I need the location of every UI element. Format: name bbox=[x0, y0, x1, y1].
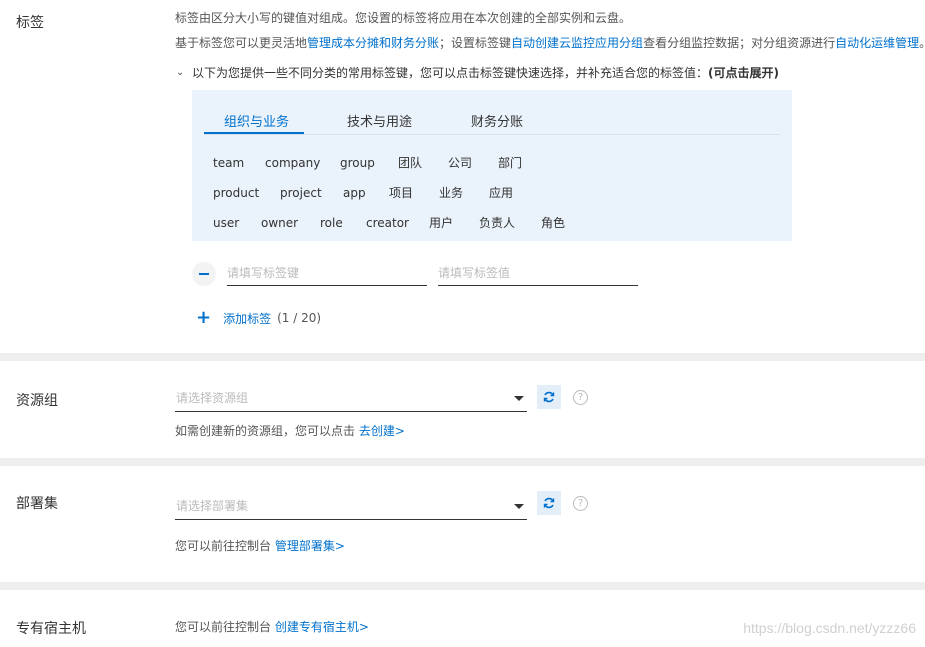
deployment-set-select[interactable]: 请选择部署集 bbox=[175, 492, 527, 520]
refresh-resource-group-button[interactable] bbox=[537, 385, 561, 409]
deployment-set-hint: 您可以前往控制台 管理部署集> bbox=[175, 539, 345, 553]
tag-key-chip[interactable]: group bbox=[340, 156, 375, 170]
active-tab-indicator bbox=[204, 132, 304, 134]
manage-deployment-set-link[interactable]: 管理部署集> bbox=[275, 539, 345, 553]
tag-key-chip[interactable]: team bbox=[213, 156, 244, 170]
refresh-icon bbox=[543, 497, 555, 509]
tag-key-chip[interactable]: company bbox=[265, 156, 320, 170]
common-tags-panel: 组织与业务 技术与用途 财务分账 team company group 团队 公… bbox=[192, 90, 792, 241]
deployment-set-placeholder: 请选择部署集 bbox=[176, 499, 249, 513]
tag-key-chip[interactable]: 角色 bbox=[541, 214, 565, 231]
tag-key-chip[interactable]: user bbox=[213, 216, 239, 230]
add-tag-row: + 添加标签 (1 / 20) bbox=[196, 309, 321, 327]
tags-label: 标签 bbox=[16, 15, 44, 31]
resource-group-select[interactable]: 请选择资源组 bbox=[175, 384, 527, 412]
tag-key-input-field bbox=[227, 262, 427, 286]
dedicated-host-hint: 您可以前往控制台 创建专有宿主机> bbox=[175, 620, 369, 634]
tag-key-chip[interactable]: project bbox=[280, 186, 322, 200]
tab-tech-usage[interactable]: 技术与用途 bbox=[347, 111, 412, 130]
tag-key-chip[interactable]: 公司 bbox=[448, 154, 472, 171]
cloudmonitor-group-link[interactable]: 自动创建云监控应用分组 bbox=[511, 36, 643, 50]
tag-value-input[interactable] bbox=[438, 266, 638, 280]
tag-key-chip[interactable]: product bbox=[213, 186, 259, 200]
tag-category-tabs: 组织与业务 技术与用途 财务分账 bbox=[204, 106, 780, 135]
resource-group-placeholder: 请选择资源组 bbox=[176, 391, 249, 405]
tags-section: 标签 标签由区分大小写的键值对组成。您设置的标签将应用在本次创建的全部实例和云盘… bbox=[0, 0, 925, 353]
tag-count: (1 / 20) bbox=[277, 311, 322, 325]
tag-key-chip[interactable]: 部门 bbox=[498, 154, 522, 171]
dedicated-host-section: 专有宿主机 您可以前往控制台 创建专有宿主机> bbox=[0, 590, 925, 647]
tag-key-input[interactable] bbox=[227, 266, 427, 280]
tag-key-chip[interactable]: 负责人 bbox=[479, 214, 515, 231]
tag-key-chip[interactable]: 项目 bbox=[389, 184, 413, 201]
resource-group-hint: 如需创建新的资源组，您可以点击 去创建> bbox=[175, 424, 405, 438]
remove-tag-button[interactable] bbox=[192, 262, 216, 286]
help-icon[interactable]: ? bbox=[573, 496, 588, 511]
create-dedicated-host-link[interactable]: 创建专有宿主机> bbox=[275, 620, 369, 634]
chevron-down-icon: ⌄ bbox=[176, 67, 185, 78]
common-tags-toggle[interactable]: ⌄ 以下为您提供一些不同分类的常用标签键，您可以点击标签键快速选择，并补充适合您… bbox=[176, 64, 779, 81]
minus-icon bbox=[199, 273, 209, 275]
help-icon[interactable]: ? bbox=[573, 390, 588, 405]
section-divider bbox=[0, 458, 925, 466]
dedicated-host-label: 专有宿主机 bbox=[16, 621, 86, 637]
add-tag-button[interactable]: 添加标签 bbox=[223, 310, 271, 327]
tab-organization-business[interactable]: 组织与业务 bbox=[224, 111, 289, 130]
plus-icon[interactable]: + bbox=[196, 309, 211, 327]
deployment-set-section: 部署集 请选择部署集 ? 您可以前往控制台 管理部署集> bbox=[0, 466, 925, 582]
tag-key-chip[interactable]: 业务 bbox=[439, 184, 463, 201]
watermark: https://blog.csdn.net/yzzz66 bbox=[743, 620, 916, 636]
caret-down-icon bbox=[514, 396, 524, 401]
cost-allocation-link[interactable]: 管理成本分摊和财务分账 bbox=[307, 36, 439, 50]
tag-key-chip[interactable]: 团队 bbox=[398, 154, 422, 171]
tag-key-chip[interactable]: app bbox=[343, 186, 366, 200]
refresh-deployment-set-button[interactable] bbox=[537, 491, 561, 515]
resource-group-section: 资源组 请选择资源组 ? 如需创建新的资源组，您可以点击 去创建> bbox=[0, 361, 925, 458]
caret-down-icon bbox=[514, 504, 524, 509]
section-divider bbox=[0, 582, 925, 590]
section-divider bbox=[0, 353, 925, 361]
create-resource-group-link[interactable]: 去创建> bbox=[359, 424, 405, 438]
refresh-icon bbox=[543, 391, 555, 403]
tag-value-input-field bbox=[438, 262, 638, 286]
tag-key-chip[interactable]: owner bbox=[261, 216, 298, 230]
resource-group-label: 资源组 bbox=[16, 393, 58, 409]
tag-key-chip[interactable]: 应用 bbox=[489, 184, 513, 201]
tab-finance[interactable]: 财务分账 bbox=[471, 111, 523, 130]
deployment-set-label: 部署集 bbox=[16, 496, 58, 512]
automation-ops-link[interactable]: 自动化运维管理 bbox=[835, 36, 919, 50]
tag-key-chip[interactable]: creator bbox=[366, 216, 409, 230]
tag-key-chip[interactable]: role bbox=[320, 216, 343, 230]
tags-description: 标签由区分大小写的键值对组成。您设置的标签将应用在本次创建的全部实例和云盘。 bbox=[175, 11, 632, 25]
tag-key-chip[interactable]: 用户 bbox=[429, 214, 453, 231]
tags-description-links: 基于标签您可以更灵活地管理成本分摊和财务分账；设置标签键自动创建云监控应用分组查… bbox=[175, 36, 925, 50]
